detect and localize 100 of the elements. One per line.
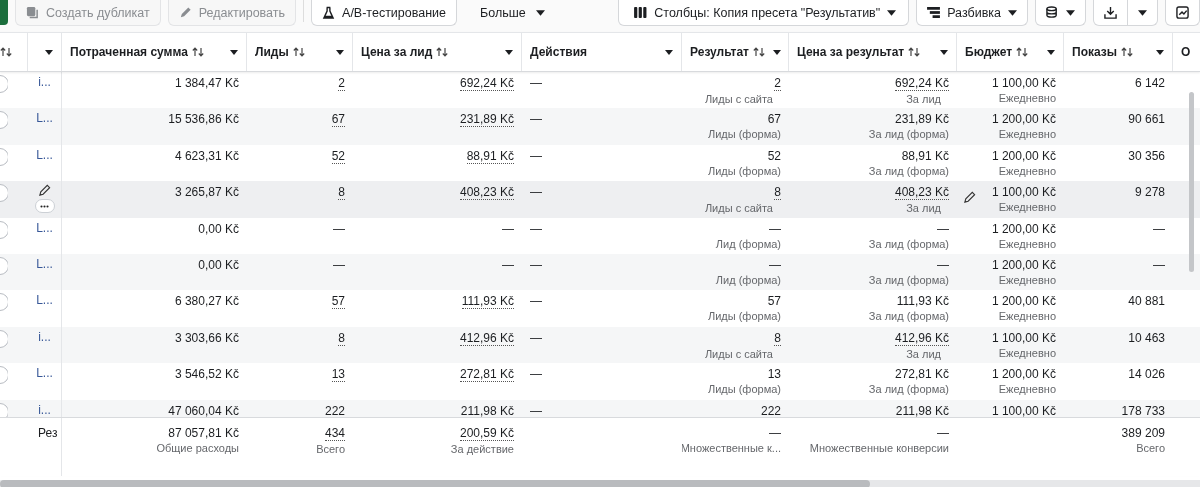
campaign-link[interactable]: L...	[36, 256, 53, 271]
table-cell: —	[502, 257, 514, 272]
table-cell: —	[530, 294, 542, 309]
cell-caption: Ежедневно	[998, 164, 1056, 177]
column-header[interactable]: Показы	[1064, 33, 1173, 71]
table-cell: —	[530, 257, 542, 272]
table-cell: 8	[338, 185, 345, 201]
table-cell: 9 278	[1134, 185, 1165, 200]
column-header[interactable]: О	[1173, 33, 1200, 71]
table-cell: —	[333, 221, 345, 236]
table-cell: 30 356	[1128, 148, 1165, 163]
toolbar-button[interactable]: Больше	[464, 0, 555, 26]
table-cell: 1 100,00 Kč	[991, 330, 1056, 345]
breakdown-button[interactable]: Разбивка	[916, 0, 1028, 26]
table-cell: 1 200,00 Kč	[991, 112, 1056, 127]
table-cell: 389 209	[1121, 426, 1165, 440]
table-cell: 692,24 Kč	[459, 76, 514, 91]
table-cell: 272,81 Kč	[459, 367, 514, 383]
cell-caption: За лид	[906, 202, 941, 215]
table-cell: 3 303,66 Kč	[174, 330, 239, 345]
cell-caption: Ежедневно	[998, 346, 1056, 359]
table-cell: 15 536,86 Kč	[168, 112, 239, 127]
table-cell: 4 623,31 Kč	[174, 148, 239, 163]
table-cell: 408,23 Kč	[459, 185, 514, 201]
column-header[interactable]: Действия	[522, 33, 682, 71]
table-cell: —	[937, 221, 949, 236]
column-header[interactable]: Бюджет	[957, 33, 1064, 71]
table-cell: —	[769, 221, 781, 236]
campaign-link[interactable]: L...	[36, 147, 53, 162]
column-header[interactable]: Результат	[682, 33, 789, 71]
campaign-link[interactable]: i...	[38, 75, 51, 89]
table-cell: 67	[767, 112, 781, 127]
cell-caption: Ежедневно	[998, 92, 1056, 104]
cell-caption: За лид	[906, 347, 941, 360]
cell-caption: Ежедневно	[998, 128, 1056, 141]
table-cell: 1 200,00 Kč	[991, 294, 1056, 309]
table-cell: —	[769, 257, 781, 272]
table-cell: 13	[767, 367, 781, 382]
table-cell: 52	[767, 148, 781, 163]
cell-caption: Множественные конверсии	[809, 442, 949, 454]
table-cell: 111,93 Kč	[461, 294, 514, 310]
table-cell: —	[530, 185, 542, 200]
cell-caption: За действие	[450, 443, 514, 455]
table-cell: 13	[331, 367, 345, 383]
columns-button[interactable]: Столбцы: Копия пресета "Результатив"	[618, 0, 910, 26]
campaign-link[interactable]: L...	[36, 293, 53, 308]
table-cell: —	[937, 257, 949, 272]
table-cell: 8	[338, 330, 345, 346]
cell-caption: За лид (форма)	[868, 164, 949, 177]
table-cell: 40 881	[1128, 294, 1165, 309]
table-cell: 231,89 Kč	[459, 112, 514, 128]
table-cell: —	[1153, 257, 1165, 272]
campaign-link[interactable]: L...	[36, 111, 53, 126]
table-cell: —	[937, 426, 949, 440]
campaign-link[interactable]: i...	[38, 329, 51, 344]
table-cell: 1 100,00 Kč	[991, 185, 1056, 200]
column-header[interactable]: Потраченная сумма	[62, 33, 247, 71]
cell-caption: За лид (форма)	[868, 310, 949, 323]
table-cell: 412,96 Kč	[894, 330, 949, 346]
column-header[interactable]: Цена за результат	[789, 33, 957, 71]
cell-caption: Лиды (форма)	[707, 128, 781, 141]
cell-caption: За лид	[906, 93, 941, 105]
table-cell: 87 057,81 Kč	[168, 426, 239, 440]
table-cell: —	[530, 112, 542, 127]
table-cell: —	[333, 257, 345, 272]
table-cell: 1 200,00 Kč	[991, 257, 1056, 272]
cell-caption: Лиды (форма)	[707, 164, 781, 177]
table-cell: —	[530, 76, 542, 90]
column-header[interactable]: Цена за лид	[353, 33, 522, 71]
table-cell: 67	[331, 112, 345, 128]
table-cell: 90 661	[1128, 112, 1165, 127]
table-cell: 3 546,52 Kč	[174, 367, 239, 382]
table-cell: 57	[331, 294, 345, 310]
cell-caption: Лид (форма)	[715, 273, 781, 286]
campaign-link[interactable]: L...	[36, 366, 53, 381]
table-cell: —	[769, 426, 781, 440]
table-cell: 412,96 Kč	[459, 330, 514, 346]
cell-caption: Лиды с сайта	[704, 347, 773, 360]
table-cell: 8	[774, 330, 781, 346]
table-cell: 1 200,00 Kč	[991, 221, 1056, 236]
cell-caption: Ежедневно	[998, 310, 1056, 323]
cell-caption: Ежедневно	[998, 383, 1056, 396]
cell-caption: За лид (форма)	[868, 237, 949, 250]
campaign-link[interactable]: i...	[38, 402, 51, 417]
toolbar-button[interactable]: A/B-тестирование	[311, 0, 458, 26]
cell-caption: Лид (форма)	[715, 237, 781, 250]
table-cell: 1 200,00 Kč	[991, 148, 1056, 163]
table-cell: 222	[760, 403, 781, 417]
table-cell: 2	[338, 76, 345, 91]
table-cell: 57	[767, 294, 781, 309]
campaign-link[interactable]: L...	[36, 220, 53, 235]
table-cell: 272,81 Kč	[894, 367, 949, 382]
table-cell: —	[530, 221, 542, 236]
cell-caption: Ежедневно	[998, 273, 1056, 286]
table-cell: 111,93 Kč	[896, 294, 949, 309]
table-cell: 178 733	[1121, 403, 1165, 417]
table-cell: 222	[324, 403, 345, 417]
column-header[interactable]: Лиды	[247, 33, 353, 71]
cell-caption: Всего	[1136, 442, 1165, 454]
table-cell: 88,91 Kč	[901, 148, 949, 163]
